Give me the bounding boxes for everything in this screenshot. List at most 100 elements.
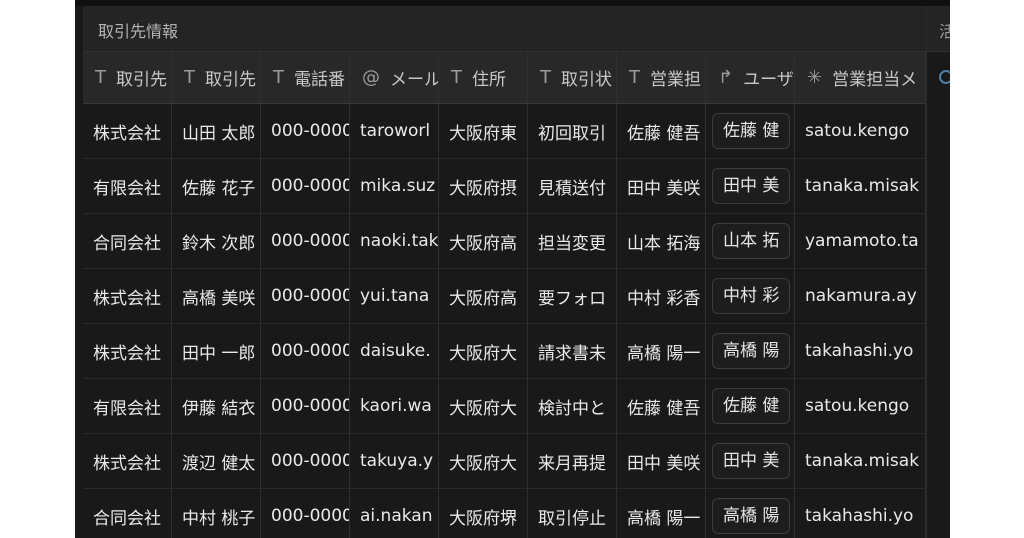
table-cell[interactable]: 渡辺 健太	[172, 434, 261, 488]
relation-chip[interactable]: 高橋 陽	[712, 498, 791, 534]
table-cell[interactable]: tanaka.misak	[795, 434, 926, 488]
column-header[interactable]: T 取引先	[172, 52, 261, 103]
table-cell[interactable]: 伊藤 結衣	[172, 379, 261, 433]
table-cell[interactable]: 中村 彩香	[617, 269, 706, 323]
table-cell[interactable]: 山田 太郎	[172, 104, 261, 158]
table-cell[interactable]: takuya.y	[350, 434, 439, 488]
table-cell[interactable]: yui.tana	[350, 269, 439, 323]
table-cell[interactable]: takahashi.yo	[795, 324, 926, 378]
relation-chip[interactable]: 高橋 陽	[712, 333, 791, 369]
table-cell[interactable]: satou.kengo	[795, 379, 926, 433]
table-cell[interactable]: 株式会社	[83, 324, 172, 378]
table-cell[interactable]: 田中 美咲	[617, 159, 706, 213]
table-cell[interactable]: 田中 美	[706, 434, 795, 488]
relation-chip[interactable]: 佐藤 健	[712, 113, 791, 149]
table-cell[interactable]: 大阪府大	[439, 379, 528, 433]
view-title[interactable]: 取引先情報	[98, 18, 178, 42]
table-cell[interactable]: tanaka.misak	[795, 159, 926, 213]
table-cell[interactable]: 有限会社	[83, 379, 172, 433]
table-cell[interactable]: 合同会社	[83, 489, 172, 538]
column-header[interactable]: T 取引先	[83, 52, 172, 103]
table-cell[interactable]: 中村 彩	[706, 269, 795, 323]
table-cell[interactable]: 000-0000	[261, 324, 350, 378]
table-cell[interactable]: nakamura.ay	[795, 269, 926, 323]
column-header[interactable]: ↱ ユーザ	[706, 52, 795, 103]
table-cell[interactable]: 000-0000	[261, 269, 350, 323]
table-cell[interactable]: 株式会社	[83, 104, 172, 158]
table-cell[interactable]: 大阪府堺	[439, 489, 528, 538]
column-header[interactable]: @ メール	[350, 52, 439, 103]
table-cell[interactable]: 有限会社	[83, 159, 172, 213]
table-row[interactable]: 株式会社 山田 太郎 000-0000 taroworl 大阪府東 初回取引 佐藤 健吾 佐藤…	[83, 104, 926, 159]
table-row[interactable]: 合同会社 中村 桃子 000-0000 ai.nakan 大阪府堺 取引停止 高橋 陽一 高橋…	[83, 489, 926, 538]
table-cell[interactable]: 大阪府摂	[439, 159, 528, 213]
table-cell[interactable]: 担当変更	[528, 214, 617, 268]
table-cell[interactable]: 大阪府高	[439, 214, 528, 268]
table-cell[interactable]: 高橋 陽	[706, 489, 795, 538]
column-header[interactable]: ✳ 営業担当メ	[795, 52, 926, 103]
table-cell[interactable]: 請求書未	[528, 324, 617, 378]
table-cell[interactable]: 佐藤 健	[706, 104, 795, 158]
table-cell[interactable]: 佐藤 健吾	[617, 104, 706, 158]
table-cell[interactable]: daisuke.	[350, 324, 439, 378]
table-cell[interactable]: 検討中と	[528, 379, 617, 433]
table-cell[interactable]: 000-0000	[261, 214, 350, 268]
table-cell[interactable]: 株式会社	[83, 434, 172, 488]
table-cell[interactable]: yamamoto.ta	[795, 214, 926, 268]
table-cell[interactable]: takahashi.yo	[795, 489, 926, 538]
table-cell[interactable]: 見積送付	[528, 159, 617, 213]
table-cell[interactable]: 000-0000	[261, 104, 350, 158]
table-cell[interactable]: 佐藤 健吾	[617, 379, 706, 433]
table-cell[interactable]: 田中 一郎	[172, 324, 261, 378]
table-cell[interactable]: taroworl	[350, 104, 439, 158]
relation-chip[interactable]: 山本 拓	[712, 223, 791, 259]
table-row[interactable]: 合同会社 鈴木 次郎 000-0000 naoki.tak 大阪府高 担当変更 山本 拓海山…	[83, 214, 926, 269]
table-cell[interactable]: 田中 美	[706, 159, 795, 213]
relation-chip[interactable]: 田中 美	[712, 443, 791, 479]
table-cell[interactable]: 山本 拓海	[617, 214, 706, 268]
table-cell[interactable]: naoki.tak	[350, 214, 439, 268]
table-cell[interactable]: satou.kengo	[795, 104, 926, 158]
column-header[interactable]: T 電話番	[261, 52, 350, 103]
column-header[interactable]: T 住所	[439, 52, 528, 103]
table-cell[interactable]: 高橋 陽一	[617, 489, 706, 538]
table-cell[interactable]: 山本 拓	[706, 214, 795, 268]
table-cell[interactable]: kaori.wa	[350, 379, 439, 433]
table-cell[interactable]: 大阪府大	[439, 434, 528, 488]
table-cell[interactable]: 佐藤 花子	[172, 159, 261, 213]
table-cell[interactable]: 大阪府大	[439, 324, 528, 378]
column-header-label: 営業担	[650, 70, 701, 90]
table-row[interactable]: 有限会社 伊藤 結衣 000-0000 kaori.wa 大阪府大 検討中と 佐藤 健吾 佐藤…	[83, 379, 926, 434]
table-cell[interactable]: 高橋 美咲	[172, 269, 261, 323]
table-cell[interactable]: 合同会社	[83, 214, 172, 268]
relation-chip[interactable]: 田中 美	[712, 168, 791, 204]
table-cell[interactable]: 高橋 陽	[706, 324, 795, 378]
table-cell[interactable]: 大阪府東	[439, 104, 528, 158]
table-cell[interactable]: 000-0000	[261, 159, 350, 213]
table-row[interactable]: 株式会社 渡辺 健太 000-0000 takuya.y 大阪府大 来月再提 田中 美咲 田中…	[83, 434, 926, 489]
table-cell[interactable]: 000-0000	[261, 489, 350, 538]
relation-chip[interactable]: 中村 彩	[712, 278, 791, 314]
table-cell[interactable]: 中村 桃子	[172, 489, 261, 538]
table-cell[interactable]: 000-0000	[261, 379, 350, 433]
table-cell[interactable]: 株式会社	[83, 269, 172, 323]
table-cell[interactable]: 要フォロ	[528, 269, 617, 323]
table-cell[interactable]: 初回取引	[528, 104, 617, 158]
table-cell[interactable]: ai.nakan	[350, 489, 439, 538]
column-header[interactable]: T 取引状	[528, 52, 617, 103]
circle-icon[interactable]	[939, 70, 950, 84]
table-cell[interactable]: 大阪府高	[439, 269, 528, 323]
table-row[interactable]: 有限会社 佐藤 花子 000-0000 mika.suz 大阪府摂 見積送付 田中 美咲 田中…	[83, 159, 926, 214]
table-row[interactable]: 株式会社 高橋 美咲 000-0000 yui.tana 大阪府高 要フォロ 中村 彩香 中村…	[83, 269, 926, 324]
table-cell[interactable]: 来月再提	[528, 434, 617, 488]
relation-chip[interactable]: 佐藤 健	[712, 388, 791, 424]
column-header[interactable]: T 営業担	[617, 52, 706, 103]
table-cell[interactable]: 高橋 陽一	[617, 324, 706, 378]
table-cell[interactable]: mika.suz	[350, 159, 439, 213]
table-row[interactable]: 株式会社 田中 一郎 000-0000 daisuke. 大阪府大 請求書未 高橋 陽一 高橋…	[83, 324, 926, 379]
table-cell[interactable]: 鈴木 次郎	[172, 214, 261, 268]
table-cell[interactable]: 取引停止	[528, 489, 617, 538]
table-cell[interactable]: 000-0000	[261, 434, 350, 488]
table-cell[interactable]: 佐藤 健	[706, 379, 795, 433]
table-cell[interactable]: 田中 美咲	[617, 434, 706, 488]
